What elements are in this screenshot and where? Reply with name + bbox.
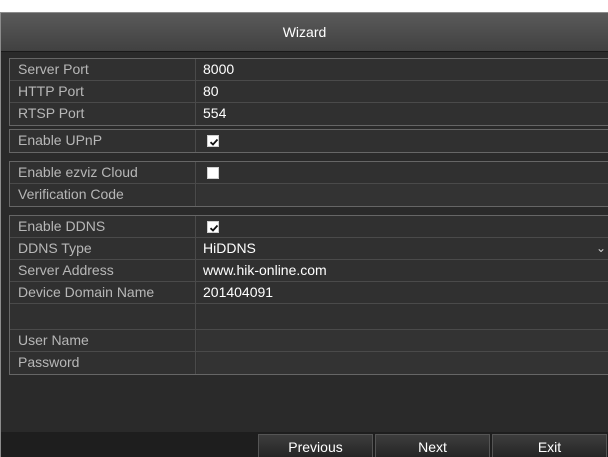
ports-group: Server Port 8000 HTTP Port 80 RTSP Port … [9, 58, 608, 126]
rtsp-port-label: RTSP Port [10, 103, 196, 125]
chevron-down-icon: ⌄ [595, 241, 606, 255]
server-port-input[interactable]: 8000 [197, 59, 608, 80]
exit-button[interactable]: Exit [492, 434, 607, 457]
upnp-row: Enable UPnP [10, 130, 608, 152]
next-button[interactable]: Next [375, 434, 490, 457]
previous-button[interactable]: Previous [258, 434, 373, 457]
window-title: Wizard [1, 13, 608, 52]
domain-name-row: Device Domain Name 201404091 [10, 282, 608, 304]
check-icon [209, 224, 219, 232]
ddns-enable-label: Enable DDNS [10, 216, 196, 237]
server-address-input[interactable]: www.hik-online.com [197, 260, 608, 281]
http-port-label: HTTP Port [10, 81, 196, 102]
server-address-label: Server Address [10, 260, 196, 281]
rtsp-port-input[interactable]: 554 [197, 103, 608, 125]
ddns-type-value: HiDDNS [203, 240, 256, 256]
ezviz-checkbox[interactable] [207, 167, 219, 179]
password-row: Password [10, 352, 608, 374]
spacer-label [10, 304, 196, 329]
ddns-group: Enable DDNS DDNS Type HiDDNS ⌄ Server Ad… [9, 215, 608, 375]
ddns-checkbox[interactable] [207, 221, 219, 233]
wizard-footer: Previous Next Exit [1, 432, 608, 457]
user-name-input[interactable] [197, 330, 608, 351]
ddns-enable-row: Enable DDNS [10, 216, 608, 238]
wizard-window: Wizard Server Port 8000 HTTP Port 80 RTS… [0, 12, 608, 457]
rtsp-port-row: RTSP Port 554 [10, 103, 608, 125]
server-port-row: Server Port 8000 [10, 59, 608, 81]
domain-name-label: Device Domain Name [10, 282, 196, 303]
password-input[interactable] [197, 352, 608, 374]
upnp-group: Enable UPnP [9, 129, 608, 153]
domain-name-input[interactable]: 201404091 [197, 282, 608, 303]
check-icon [209, 138, 219, 146]
server-port-label: Server Port [10, 59, 196, 80]
ezviz-group: Enable ezviz Cloud Verification Code [9, 161, 608, 207]
user-name-row: User Name [10, 330, 608, 352]
verification-code-label: Verification Code [10, 184, 196, 206]
ezviz-row: Enable ezviz Cloud [10, 162, 608, 184]
verification-code-input[interactable] [197, 184, 608, 206]
verification-code-row: Verification Code [10, 184, 608, 206]
ddns-type-select[interactable]: HiDDNS ⌄ [197, 238, 608, 259]
ddns-type-row: DDNS Type HiDDNS ⌄ [10, 238, 608, 260]
spacer-row [10, 304, 608, 330]
ezviz-label: Enable ezviz Cloud [10, 162, 196, 183]
server-address-row: Server Address www.hik-online.com [10, 260, 608, 282]
http-port-row: HTTP Port 80 [10, 81, 608, 103]
upnp-label: Enable UPnP [10, 130, 196, 152]
password-label: Password [10, 352, 196, 374]
ddns-type-label: DDNS Type [10, 238, 196, 259]
http-port-input[interactable]: 80 [197, 81, 608, 102]
user-name-label: User Name [10, 330, 196, 351]
upnp-checkbox[interactable] [207, 135, 219, 147]
